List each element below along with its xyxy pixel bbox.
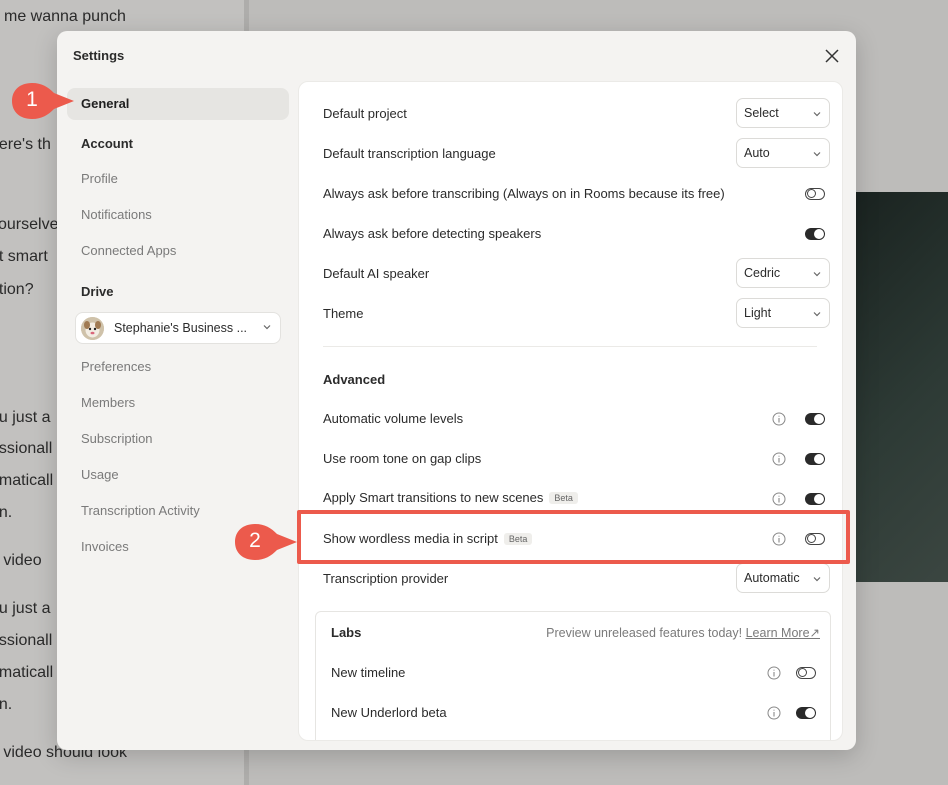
close-icon: [825, 49, 839, 63]
sidebar-item-notifications[interactable]: Notifications: [67, 199, 289, 231]
labs-title: Labs: [331, 625, 362, 640]
new-timeline-toggle[interactable]: [796, 667, 816, 679]
settings-panel: Default project Select Default transcrip…: [298, 81, 843, 741]
chevron-down-icon: [813, 577, 821, 582]
labs-description-text: Preview unreleased features today!: [546, 626, 743, 640]
annotation-callout-2: 2: [233, 523, 297, 560]
sidebar-item-subscription[interactable]: Subscription: [67, 423, 289, 455]
advanced-heading: Advanced: [323, 372, 386, 387]
modal-title: Settings: [73, 48, 125, 63]
automatic-volume-levels-toggle[interactable]: [805, 413, 825, 425]
learn-more-link[interactable]: Learn More↗: [746, 626, 820, 640]
background-text-line: essionall: [0, 440, 53, 457]
drive-avatar: [81, 317, 104, 340]
setting-label: Transcription provider: [323, 571, 449, 586]
labs-description: Preview unreleased features today! Learn…: [546, 625, 820, 640]
beta-badge: Beta: [549, 492, 578, 504]
info-icon[interactable]: [772, 412, 786, 426]
setting-label: Automatic volume levels: [323, 411, 464, 426]
chevron-down-icon: [813, 312, 821, 317]
annotation-callout-1: 1: [10, 82, 74, 119]
info-icon[interactable]: [767, 706, 781, 720]
annotation-highlight-box: [297, 510, 850, 564]
background-text-line: ou just a: [0, 600, 51, 617]
sidebar-item-preferences[interactable]: Preferences: [67, 351, 289, 383]
select-value: Auto: [744, 146, 770, 160]
setting-label-text: Apply Smart transitions to new scenes: [323, 490, 544, 505]
info-icon[interactable]: [772, 492, 786, 506]
chevron-down-icon: [813, 272, 821, 277]
background-text-line: omaticall: [0, 472, 54, 489]
setting-label: Default transcription language: [323, 146, 496, 161]
transcription-language-select[interactable]: Auto: [736, 138, 830, 168]
transcription-provider-select[interactable]: Automatic: [736, 563, 830, 593]
annotation-number: 2: [249, 529, 261, 552]
background-video-preview: [855, 192, 948, 582]
select-value: Select: [744, 106, 779, 120]
section-divider: [323, 346, 817, 347]
setting-label: Default AI speaker: [323, 266, 430, 281]
background-text-line: essionall: [0, 632, 53, 649]
setting-label: Always ask before detecting speakers: [323, 226, 542, 241]
default-project-select[interactable]: Select: [736, 98, 830, 128]
sidebar-item-connected-apps[interactable]: Connected Apps: [67, 235, 289, 267]
ask-before-detecting-speakers-toggle[interactable]: [805, 228, 825, 240]
background-text-line: on.: [0, 504, 13, 521]
room-tone-gap-clips-toggle[interactable]: [805, 453, 825, 465]
background-text-line: a video: [0, 552, 42, 569]
sidebar-item-profile[interactable]: Profile: [67, 163, 289, 195]
settings-modal: Settings General Account Profile Notific…: [57, 31, 856, 750]
chevron-down-icon: [813, 152, 821, 157]
info-icon[interactable]: [767, 666, 781, 680]
close-button[interactable]: [821, 45, 843, 67]
new-underlord-beta-toggle[interactable]: [796, 707, 816, 719]
sidebar-heading-drive: Drive: [81, 284, 114, 299]
setting-label: New Underlord beta: [331, 705, 447, 720]
drive-selector-label: Stephanie's Business ...: [114, 321, 248, 335]
sidebar-item-members[interactable]: Members: [67, 387, 289, 419]
ask-before-transcribing-toggle[interactable]: [805, 188, 825, 200]
setting-label: Use room tone on gap clips: [323, 451, 482, 466]
theme-select[interactable]: Light: [736, 298, 830, 328]
background-text-line: me wanna punch: [4, 8, 126, 25]
background-text-line: omaticall: [0, 664, 54, 681]
setting-label: Always ask before transcribing (Always o…: [323, 186, 725, 201]
smart-transitions-toggle[interactable]: [805, 493, 825, 505]
sidebar-heading-account: Account: [81, 136, 133, 151]
sidebar-item-general[interactable]: General: [67, 88, 289, 120]
background-text-line: ou just a: [0, 409, 51, 426]
setting-label: Default project: [323, 106, 407, 121]
select-value: Automatic: [744, 571, 800, 585]
panel-scrollbar[interactable]: [842, 86, 843, 696]
chevron-down-icon: [813, 112, 821, 117]
setting-label: Apply Smart transitions to new scenes Bet…: [323, 490, 578, 505]
background-text-line: here's th: [0, 136, 51, 153]
background-text-line: yourselve: [0, 216, 59, 233]
sidebar-item-usage[interactable]: Usage: [67, 459, 289, 491]
background-text-line: on.: [0, 696, 13, 713]
background-text-line: ot smart: [0, 248, 48, 265]
background-text-line: ation?: [0, 281, 34, 298]
labs-section: Labs Preview unreleased features today! …: [315, 611, 831, 740]
annotation-number: 1: [26, 88, 38, 111]
select-value: Light: [744, 306, 772, 320]
chevron-down-icon: [263, 325, 271, 330]
info-icon[interactable]: [772, 452, 786, 466]
select-value: Cedric: [744, 266, 781, 280]
default-ai-speaker-select[interactable]: Cedric: [736, 258, 830, 288]
setting-label: New timeline: [331, 665, 406, 680]
drive-selector[interactable]: Stephanie's Business ...: [75, 312, 281, 344]
setting-label: Theme: [323, 306, 364, 321]
